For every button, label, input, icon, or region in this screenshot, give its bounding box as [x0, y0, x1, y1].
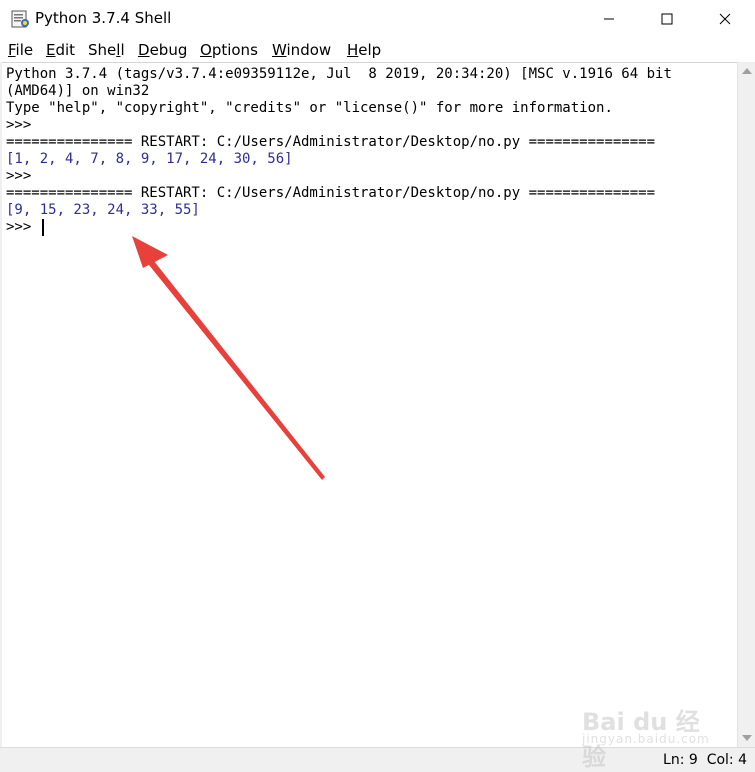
left-edge-shadow [0, 62, 2, 747]
maximize-button[interactable] [638, 0, 696, 38]
shell-prompt: >>> [6, 219, 32, 235]
menu-shell-rest: l [120, 41, 125, 59]
menu-help-mnemonic: H [347, 41, 359, 59]
scroll-up-icon[interactable] [742, 68, 752, 74]
output-line: [1, 2, 4, 7, 8, 9, 17, 24, 30, 56] [6, 151, 293, 167]
menu-edit-rest: dit [55, 41, 76, 59]
baidu-jingyan-watermark: Bai du 经验 jingyan.baidu.com [582, 702, 722, 771]
menu-options-rest: ptions [211, 41, 258, 59]
minimize-icon [603, 10, 615, 29]
menu-edit[interactable]: Edit [46, 41, 75, 59]
window-title: Python 3.7.4 Shell [35, 9, 172, 27]
shell-line: (AMD64)] on win32 [6, 83, 150, 99]
menu-window-rest: indow [286, 41, 332, 59]
shell-line: Type "help", "copyright", "credits" or "… [6, 100, 613, 116]
restart-banner: =============== RESTART: C:/Users/Admini… [6, 134, 656, 150]
output-line: [9, 15, 23, 24, 33, 55] [6, 202, 200, 218]
menu-file[interactable]: File [8, 41, 33, 59]
menu-bar: File Edit Shell Debug Options Window Hel… [0, 38, 755, 62]
scroll-down-icon[interactable] [742, 735, 752, 741]
maximize-icon [661, 10, 673, 29]
title-bar[interactable]: Python 3.7.4 Shell [0, 0, 755, 38]
menu-help[interactable]: Help [347, 41, 381, 59]
close-button[interactable] [696, 0, 754, 38]
vertical-scrollbar[interactable] [737, 62, 755, 747]
menu-help-rest: elp [358, 41, 382, 59]
restart-banner: =============== RESTART: C:/Users/Admini… [6, 185, 656, 201]
menu-debug[interactable]: Debug [138, 41, 187, 59]
menu-shell[interactable]: Shell [88, 41, 125, 59]
shell-text-area[interactable]: Python 3.7.4 (tags/v3.7.4:e09359112e, Ju… [0, 62, 737, 748]
menu-debug-mnemonic: D [138, 41, 150, 59]
menu-shell-prefix: She [88, 41, 117, 59]
menu-file-rest: ile [15, 41, 34, 59]
menu-file-mnemonic: F [8, 41, 16, 59]
menu-window[interactable]: Window [272, 41, 331, 59]
close-icon [719, 10, 731, 29]
shell-line: Python 3.7.4 (tags/v3.7.4:e09359112e, Ju… [6, 66, 672, 82]
menu-debug-rest: ebug [149, 41, 188, 59]
shell-prompt: >>> [6, 168, 32, 184]
shell-prompt: >>> [6, 117, 32, 133]
text-cursor [42, 219, 44, 236]
watermark-url: jingyan.baidu.com [582, 732, 710, 746]
menu-window-mnemonic: W [272, 41, 287, 59]
menu-options-mnemonic: O [200, 41, 212, 59]
minimize-button[interactable] [580, 0, 638, 38]
menu-options[interactable]: Options [200, 41, 258, 59]
idle-shell-window: Python 3.7.4 Shell File Edit Shell Debug… [0, 0, 755, 772]
python-idle-icon [10, 9, 30, 29]
